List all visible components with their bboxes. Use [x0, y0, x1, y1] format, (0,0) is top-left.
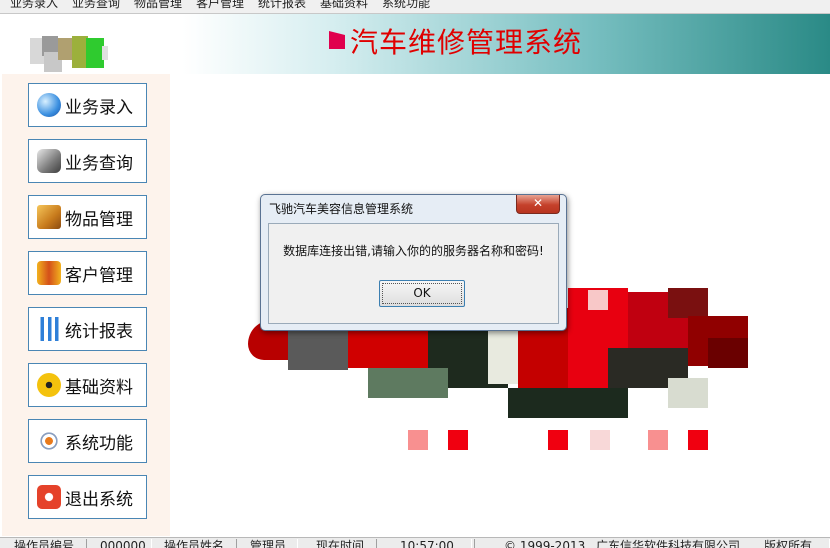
status-bar: 操作员编号 000000 操作员姓名 管理员 现在时间 10:57:00 © 1… — [0, 537, 830, 548]
sidebar-item-label: 业务录入 — [65, 97, 133, 118]
search-icon — [37, 149, 61, 173]
box-icon — [37, 205, 61, 229]
menu-item-basic-data[interactable]: 基础资料 — [320, 0, 368, 10]
menu-item-business-query[interactable]: 业务查询 — [72, 0, 120, 10]
close-button[interactable]: ✕ — [516, 195, 560, 214]
logo — [30, 32, 110, 74]
title-flag-icon — [329, 31, 345, 49]
dialog-body: 数据库连接出错,请输入你的的服务器名称和密码! OK — [268, 223, 559, 324]
sidebar-item-business-query[interactable]: 业务查询 — [28, 139, 147, 183]
ok-button[interactable]: OK — [379, 280, 465, 307]
sidebar-item-label: 退出系统 — [65, 489, 133, 510]
sidebar-item-label: 统计报表 — [65, 321, 133, 342]
app-title: 汽车维修管理系统 — [350, 26, 583, 59]
dialog-message: 数据库连接出错,请输入你的的服务器名称和密码! — [283, 244, 544, 258]
globe-icon — [37, 93, 61, 117]
menu-item-reports[interactable]: 统计报表 — [258, 0, 306, 10]
menu-item-customers[interactable]: 客户管理 — [196, 0, 244, 10]
sidebar-item-label: 系统功能 — [65, 433, 133, 454]
atom-icon — [37, 429, 61, 453]
chart-icon — [37, 317, 61, 341]
sidebar-item-reports[interactable]: 统计报表 — [28, 307, 147, 351]
dialog-title: 飞驰汽车美容信息管理系统 — [269, 202, 414, 216]
sidebar-item-label: 业务查询 — [65, 153, 133, 174]
sidebar-item-exit[interactable]: 退出系统 — [28, 475, 147, 519]
header-banner: 汽车维修管理系统 — [0, 14, 830, 74]
menu-item-business-entry[interactable]: 业务录入 — [10, 0, 58, 10]
sidebar-item-basic-data[interactable]: 基础资料 — [28, 363, 147, 407]
close-icon: ✕ — [532, 196, 544, 210]
sidebar-item-customers[interactable]: 客户管理 — [28, 251, 147, 295]
sidebar-item-business-entry[interactable]: 业务录入 — [28, 83, 147, 127]
power-icon — [37, 485, 61, 509]
menu-item-goods[interactable]: 物品管理 — [134, 0, 182, 10]
sidebar-item-goods[interactable]: 物品管理 — [28, 195, 147, 239]
sidebar: 业务录入 业务查询 物品管理 客户管理 统计报表 基础资料 系统功能 退出系统 — [2, 74, 170, 536]
users-icon — [37, 261, 61, 285]
error-dialog: 飞驰汽车美容信息管理系统 ✕ 数据库连接出错,请输入你的的服务器名称和密码! O… — [260, 194, 567, 331]
sidebar-item-label: 基础资料 — [65, 377, 133, 398]
sidebar-item-label: 物品管理 — [65, 209, 133, 230]
menu-bar: 业务录入 业务查询 物品管理 客户管理 统计报表 基础资料 系统功能 — [0, 0, 830, 14]
menu-item-system[interactable]: 系统功能 — [382, 0, 430, 10]
sidebar-item-label: 客户管理 — [65, 265, 133, 286]
radiation-icon — [37, 373, 61, 397]
sidebar-item-system[interactable]: 系统功能 — [28, 419, 147, 463]
